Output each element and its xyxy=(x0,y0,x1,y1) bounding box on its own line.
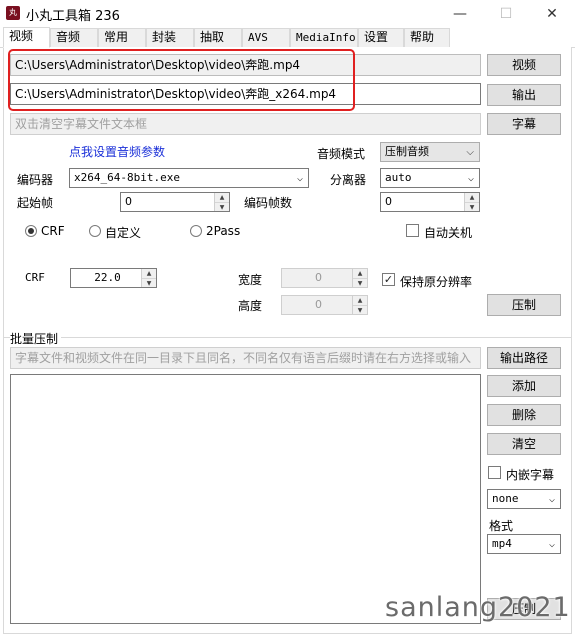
stepper-buttons[interactable]: ▲ ▼ xyxy=(464,193,479,211)
format-label: 格式 xyxy=(489,519,514,533)
up-arrow-icon[interactable]: ▲ xyxy=(353,269,367,278)
demuxer-value: auto xyxy=(385,171,412,184)
window-title: 小丸工具箱 236 xyxy=(26,9,120,24)
up-arrow-icon[interactable]: ▲ xyxy=(353,296,367,305)
tab-avs[interactable]: AVS xyxy=(242,28,290,47)
chevron-down-icon: ⌵ xyxy=(467,173,474,184)
height-value: 0 xyxy=(315,298,322,311)
batch-file-list[interactable] xyxy=(10,374,481,624)
width-stepper[interactable]: 0 ▲ ▼ xyxy=(281,268,368,288)
highlight-box xyxy=(8,49,355,111)
height-stepper[interactable]: 0 ▲ ▼ xyxy=(281,295,368,315)
format-dropdown[interactable]: mp4 ⌵ xyxy=(487,534,561,554)
keep-resolution-label[interactable]: 保持原分辨率 xyxy=(400,273,472,290)
down-arrow-icon[interactable]: ▼ xyxy=(465,202,479,211)
add-button[interactable]: 添加 xyxy=(487,375,561,397)
tab-settings[interactable]: 设置 xyxy=(358,28,404,47)
width-value: 0 xyxy=(315,271,322,284)
minimize-button[interactable]: — xyxy=(437,0,483,28)
format-value: mp4 xyxy=(492,537,512,550)
chevron-down-icon: ⌵ xyxy=(548,494,555,505)
start-frame-stepper[interactable]: 0 ▲ ▼ xyxy=(120,192,230,212)
encoder-dropdown[interactable]: x264_64-8bit.exe ⌵ xyxy=(69,168,309,188)
keep-resolution-checkbox[interactable]: ✓ xyxy=(382,273,395,286)
down-arrow-icon[interactable]: ▼ xyxy=(353,278,367,287)
chevron-down-icon: ⌵ xyxy=(296,173,303,184)
encode-button[interactable]: 压制 xyxy=(487,294,561,316)
embed-subtitle-label[interactable]: 内嵌字幕 xyxy=(506,466,554,483)
tab-extract[interactable]: 抽取 xyxy=(194,28,242,47)
custom-radio-label[interactable]: 自定义 xyxy=(105,224,141,241)
output-path-button[interactable]: 输出路径 xyxy=(487,347,561,369)
stepper-buttons[interactable]: ▲ ▼ xyxy=(214,193,229,211)
batch-section-label: 批量压制 xyxy=(10,330,62,347)
video-browse-button[interactable]: 视频 xyxy=(487,54,561,76)
demuxer-label: 分离器 xyxy=(330,173,367,187)
custom-radio[interactable] xyxy=(89,225,101,237)
tab-mux[interactable]: 封装 xyxy=(146,28,194,47)
tab-video[interactable]: 视频 xyxy=(3,27,50,48)
encode-frames-stepper[interactable]: 0 ▲ ▼ xyxy=(380,192,480,212)
watermark-text: sanlang2021 xyxy=(385,592,571,623)
crf-value: 22.0 xyxy=(94,271,121,284)
subtitle-language-value: none xyxy=(492,492,519,505)
maximize-button[interactable]: ☐ xyxy=(483,0,529,28)
crf-radio-label[interactable]: CRF xyxy=(41,224,65,238)
up-arrow-icon[interactable]: ▲ xyxy=(465,193,479,202)
stepper-buttons[interactable]: ▲ ▼ xyxy=(352,269,367,287)
clear-button[interactable]: 清空 xyxy=(487,433,561,455)
width-label: 宽度 xyxy=(238,273,263,287)
encoder-value: x264_64-8bit.exe xyxy=(74,171,180,184)
audio-mode-value: 压制音频 xyxy=(385,145,429,158)
height-label: 高度 xyxy=(238,299,263,313)
tab-audio[interactable]: 音频 xyxy=(50,28,98,47)
tab-common[interactable]: 常用 xyxy=(98,28,146,47)
embed-subtitle-checkbox[interactable] xyxy=(488,466,501,479)
demuxer-dropdown[interactable]: auto ⌵ xyxy=(380,168,480,188)
encode-frames-value: 0 xyxy=(385,195,392,208)
auto-shutdown-checkbox[interactable] xyxy=(406,224,419,237)
encode-frames-label: 编码帧数 xyxy=(244,196,293,210)
stepper-buttons[interactable]: ▲ ▼ xyxy=(141,269,156,287)
chevron-down-icon: ⌵ xyxy=(548,539,555,550)
2pass-radio[interactable] xyxy=(190,225,202,237)
crf-radio[interactable] xyxy=(25,225,37,237)
crf-stepper[interactable]: 22.0 ▲ ▼ xyxy=(70,268,157,288)
batch-hint-field[interactable]: 字幕文件和视频文件在同一目录下且同名，不同名仅有语言后缀时请在右方选择或输入 xyxy=(10,347,481,369)
audio-mode-dropdown[interactable]: 压制音频 ⌵ xyxy=(380,142,480,162)
output-browse-button[interactable]: 输出 xyxy=(487,84,561,106)
up-arrow-icon[interactable]: ▲ xyxy=(215,193,229,202)
auto-shutdown-label[interactable]: 自动关机 xyxy=(424,224,472,241)
delete-button[interactable]: 删除 xyxy=(487,404,561,426)
start-frame-label: 起始帧 xyxy=(17,196,54,210)
subtitle-language-dropdown[interactable]: none ⌵ xyxy=(487,489,561,509)
audio-params-link[interactable]: 点我设置音频参数 xyxy=(69,143,165,160)
start-frame-value: 0 xyxy=(125,195,132,208)
up-arrow-icon[interactable]: ▲ xyxy=(142,269,156,278)
audio-mode-label: 音频模式 xyxy=(317,147,366,161)
stepper-buttons[interactable]: ▲ ▼ xyxy=(352,296,367,314)
down-arrow-icon[interactable]: ▼ xyxy=(353,305,367,314)
section-divider xyxy=(3,337,572,338)
crf-label: CRF xyxy=(25,271,45,284)
tab-help[interactable]: 帮助 xyxy=(404,28,450,47)
subtitle-browse-button[interactable]: 字幕 xyxy=(487,113,561,135)
2pass-radio-label[interactable]: 2Pass xyxy=(206,224,240,238)
subtitle-path-field[interactable]: 双击清空字幕文件文本框 xyxy=(10,113,481,135)
tab-mediainfo[interactable]: MediaInfo xyxy=(290,28,358,47)
down-arrow-icon[interactable]: ▼ xyxy=(142,278,156,287)
app-icon: 丸 xyxy=(6,6,20,20)
encoder-label: 编码器 xyxy=(17,173,54,187)
close-button[interactable]: ✕ xyxy=(529,0,575,28)
chevron-down-icon: ⌵ xyxy=(466,147,474,158)
down-arrow-icon[interactable]: ▼ xyxy=(215,202,229,211)
